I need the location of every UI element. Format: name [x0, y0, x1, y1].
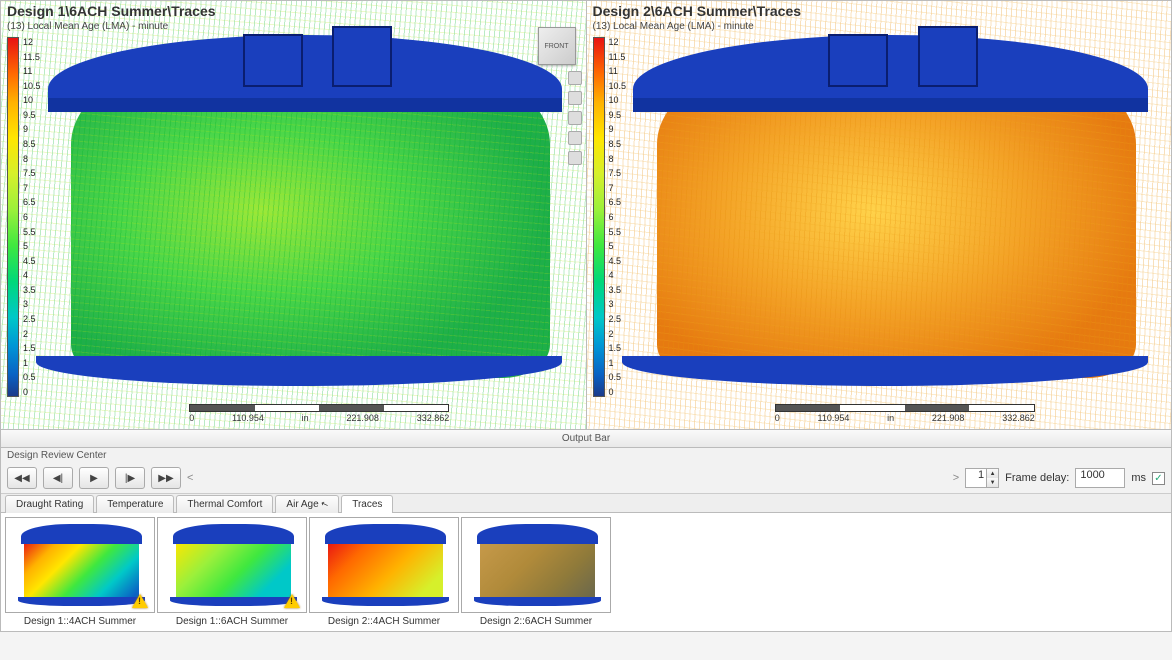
warning-icon: [132, 594, 148, 608]
next-button[interactable]: |▶: [115, 467, 145, 489]
color-ticks: 1211.511 10.5109.5 98.58 7.576.5 65.55 4…: [609, 37, 627, 397]
prev-button[interactable]: ◀|: [43, 467, 73, 489]
panel-title: Design Review Center: [1, 448, 1171, 463]
thumbnail-caption: Design 1::6ACH Summer: [157, 613, 307, 627]
view-cube[interactable]: FRONT: [538, 27, 576, 65]
warning-icon: [284, 594, 300, 608]
loop-checkbox[interactable]: ✓: [1152, 472, 1165, 485]
orbit-icon[interactable]: [568, 71, 582, 85]
thumbnail[interactable]: Design 2::4ACH Summer: [309, 517, 459, 627]
color-legend: 1211.511 10.5109.5 98.58 7.576.5 65.55 4…: [593, 37, 637, 397]
viewport-split: Design 1\6ACH Summer\Traces (13) Local M…: [0, 0, 1172, 430]
tab-thermal-comfort[interactable]: Thermal Comfort: [176, 495, 273, 513]
scale-bar: 0 110.954 in 221.908 332.862: [775, 404, 1035, 423]
play-button[interactable]: ▶: [79, 467, 109, 489]
step-back-icon: ◀|: [53, 473, 63, 484]
thumbnail-caption: Design 2::6ACH Summer: [461, 613, 611, 627]
pan-icon[interactable]: [568, 91, 582, 105]
viewport-title: Design 2\6ACH Summer\Traces: [587, 1, 1172, 21]
frame-delay-unit: ms: [1131, 472, 1146, 484]
more-icon[interactable]: [568, 151, 582, 165]
viewport-title: Design 1\6ACH Summer\Traces: [1, 1, 586, 21]
skip-forward-icon: ▶▶: [158, 473, 173, 484]
design-review-center: Design Review Center ◀◀ ◀| ▶ |▶ ▶▶ < > 1…: [0, 448, 1172, 632]
frame-delay-label: Frame delay:: [1005, 472, 1069, 484]
skip-back-icon: ◀◀: [14, 473, 29, 484]
tab-traces[interactable]: Traces: [341, 495, 393, 513]
frame-delay-input[interactable]: 1000: [1075, 468, 1125, 488]
thumbnail[interactable]: Design 1::4ACH Summer: [5, 517, 155, 627]
result-tabs: Draught Rating Temperature Thermal Comfo…: [1, 493, 1171, 512]
gt-icon: >: [953, 472, 959, 484]
output-bar[interactable]: Output Bar: [0, 430, 1172, 448]
thumbnail-strip: Design 1::4ACH Summer Design 1::6ACH Sum…: [1, 512, 1171, 631]
play-icon: ▶: [90, 473, 98, 484]
thumbnail[interactable]: Design 2::6ACH Summer: [461, 517, 611, 627]
thumbnail[interactable]: Design 1::6ACH Summer: [157, 517, 307, 627]
cursor-icon: ↖: [319, 498, 330, 511]
scale-bar: 0 110.954 in 221.908 332.862: [189, 404, 449, 423]
step-marker: <: [187, 472, 193, 484]
spin-up-icon[interactable]: ▲: [986, 469, 998, 478]
viewport-tool-strip[interactable]: [568, 71, 584, 165]
zoom-icon[interactable]: [568, 111, 582, 125]
tab-air-age[interactable]: Air Age↖: [275, 495, 339, 513]
color-legend: 1211.511 10.5109.5 98.58 7.576.5 65.55 4…: [7, 37, 51, 397]
legend-label: (13) Local Mean Age (LMA) - minute: [7, 21, 168, 32]
viewport-design-1[interactable]: Design 1\6ACH Summer\Traces (13) Local M…: [1, 1, 587, 429]
viewport-design-2[interactable]: Design 2\6ACH Summer\Traces (13) Local M…: [587, 1, 1172, 429]
legend-label: (13) Local Mean Age (LMA) - minute: [593, 21, 754, 32]
cfd-scene[interactable]: [1, 1, 586, 429]
last-button[interactable]: ▶▶: [151, 467, 181, 489]
color-ticks: 1211.511 10.5109.5 98.58 7.576.5 65.55 4…: [23, 37, 41, 397]
first-button[interactable]: ◀◀: [7, 467, 37, 489]
color-gradient: [7, 37, 19, 397]
thumbnail-caption: Design 2::4ACH Summer: [309, 613, 459, 627]
transport-bar: ◀◀ ◀| ▶ |▶ ▶▶ < > 1 ▲ ▼ Frame delay: 100…: [1, 463, 1171, 493]
thumbnail-caption: Design 1::4ACH Summer: [5, 613, 155, 627]
step-forward-icon: |▶: [125, 473, 135, 484]
tab-draught-rating[interactable]: Draught Rating: [5, 495, 94, 513]
fit-icon[interactable]: [568, 131, 582, 145]
tab-temperature[interactable]: Temperature: [96, 495, 174, 513]
color-gradient: [593, 37, 605, 397]
spin-down-icon[interactable]: ▼: [986, 478, 998, 487]
cfd-scene[interactable]: [587, 1, 1172, 429]
frame-number-input[interactable]: 1 ▲ ▼: [965, 468, 999, 488]
